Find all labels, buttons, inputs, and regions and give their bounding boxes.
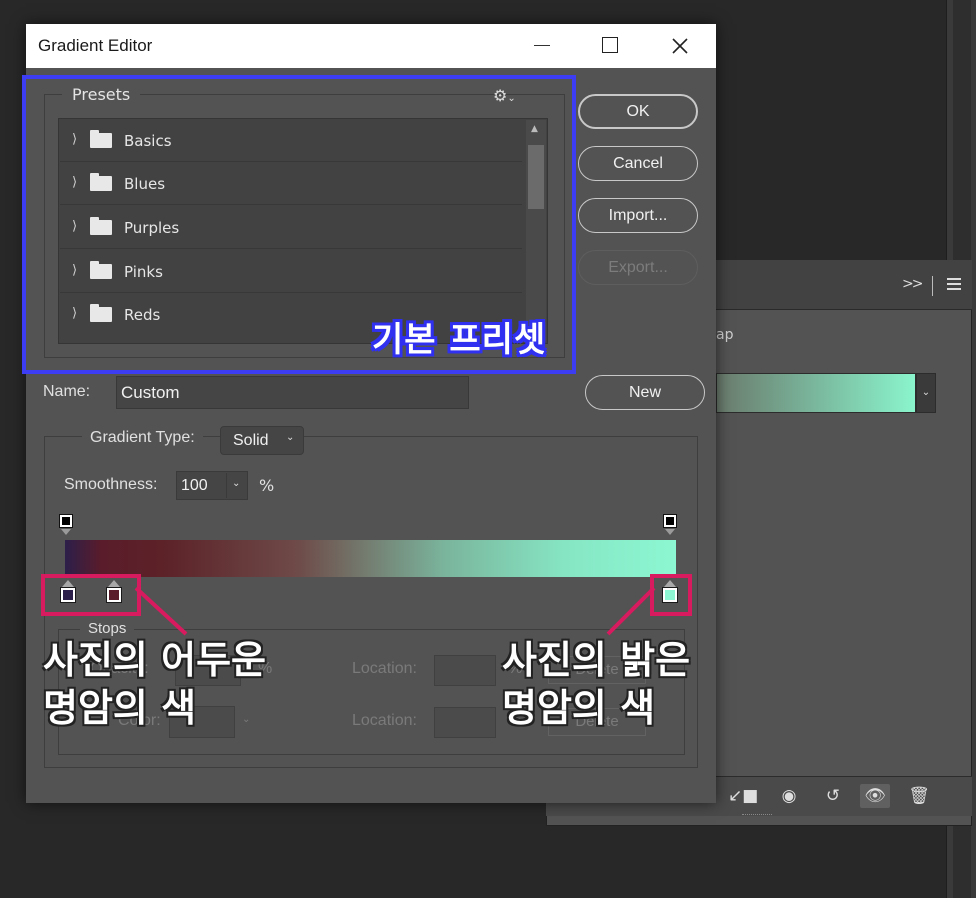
color-location-input [434,707,496,738]
minimize-icon[interactable] [534,45,550,46]
presets-caption: 기본 프리셋 [372,320,547,360]
new-button[interactable]: New [585,375,705,410]
reset-adjustment-icon[interactable]: ↺ [818,784,848,808]
dark-tone-caption-line2: 명암의 색 [43,686,197,730]
gradient-map-dropdown[interactable]: ⌄ [916,373,936,413]
light-tone-caption-line1: 사진의 밝은 [502,638,691,682]
opacity-location-label: Location: [352,660,417,677]
smoothness-label: Smoothness: [64,476,158,493]
chevron-down-icon[interactable]: ⌄ [232,478,240,489]
export-button: Export... [578,250,698,285]
panel-header-divider [932,276,933,296]
view-previous-state-icon[interactable]: ◉ [774,784,804,808]
opacity-stop-right[interactable] [663,514,677,528]
gradient-bar[interactable] [65,540,676,577]
clip-to-layer-icon[interactable]: ↙■ [728,784,758,808]
name-field[interactable]: Custom [116,376,469,409]
ok-button[interactable]: OK [578,94,698,129]
close-icon[interactable] [668,34,692,58]
opacity-location-input [434,655,496,686]
dark-stops-callout-line [134,586,188,636]
cancel-button[interactable]: Cancel [578,146,698,181]
import-button[interactable]: Import... [578,198,698,233]
smoothness-divider [226,473,227,498]
smoothness-unit: % [259,476,275,495]
stops-heading: Stops [80,620,135,637]
collapse-chevrons-icon[interactable]: >> [902,276,924,292]
dark-tone-caption: 사진의 어두운 명암의 색 [43,636,266,732]
gradient-map-preview[interactable] [716,373,916,413]
toggle-visibility-eye-icon[interactable]: 👁 [860,784,890,808]
opacity-stop-right-pointer [665,529,675,535]
color-location-label: Location: [352,712,417,729]
gradient-type-label: Gradient Type: [82,429,203,447]
dialog-title: Gradient Editor [38,36,153,55]
gradient-map-label: ap [716,327,734,343]
name-label: Name: [43,383,91,400]
maximize-icon[interactable] [602,37,618,53]
panel-resize-grip[interactable] [742,814,772,818]
dark-tone-caption-line1: 사진의 어두운 [43,638,266,682]
dark-stops-highlight-box [41,574,141,616]
light-stop-callout-line [606,586,656,636]
light-tone-caption-line2: 명암의 색 [502,686,656,730]
opacity-stop-left-pointer [61,529,71,535]
chevron-down-icon[interactable]: ⌄ [286,432,294,443]
light-tone-caption: 사진의 밝은 명암의 색 [502,636,690,732]
panel-menu-icon[interactable] [947,278,961,292]
delete-adjustment-trash-icon[interactable]: 🗑 [904,784,934,808]
opacity-stop-left[interactable] [59,514,73,528]
